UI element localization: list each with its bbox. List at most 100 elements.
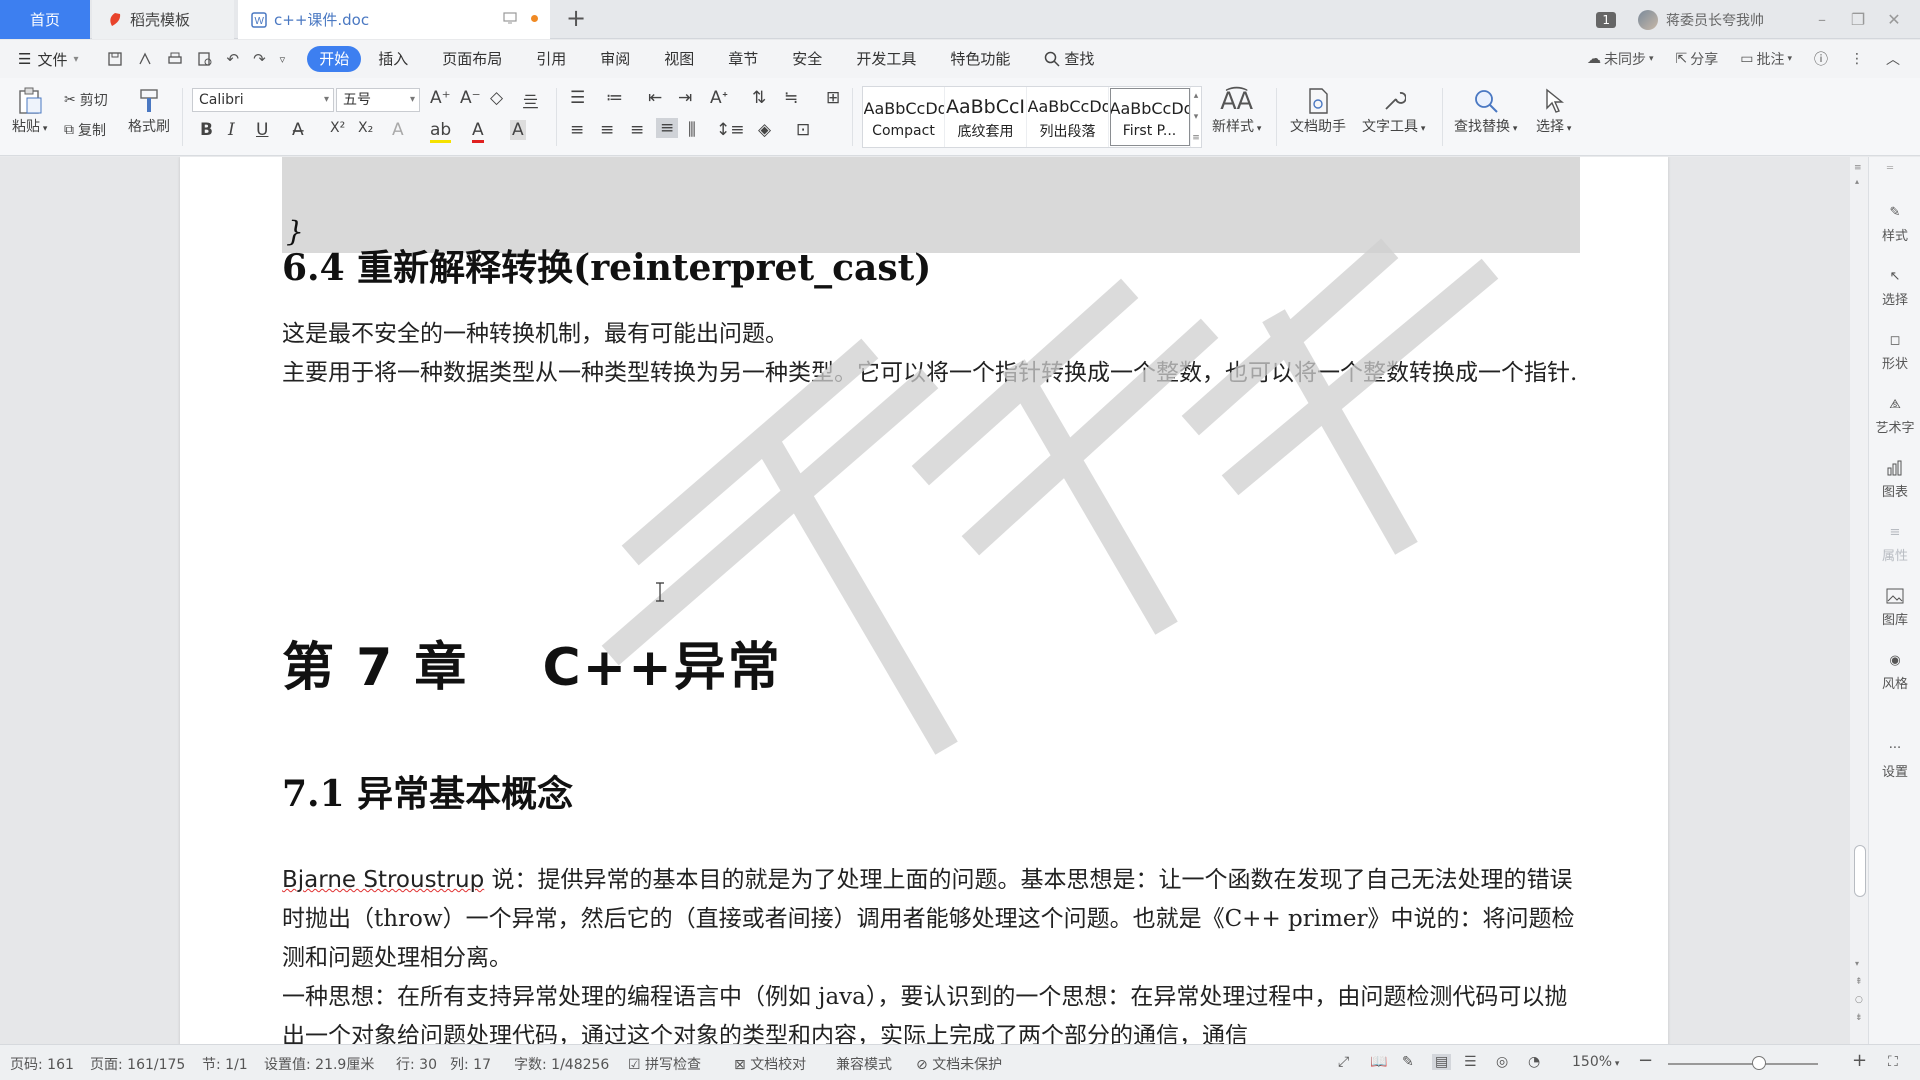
status-page-number[interactable]: 页码: 161 [10,1054,74,1074]
file-menu[interactable]: ☰ 文件 ▾ [18,49,79,70]
font-name-select[interactable]: Calibri ▾ [192,88,334,112]
side-settings[interactable]: ··· 设置 [1869,737,1920,781]
sort-icon[interactable]: ⇅ [752,88,766,108]
side-shapes[interactable]: ◻ 形状 [1869,329,1920,373]
tab-review[interactable]: 审阅 [583,46,647,72]
status-pages[interactable]: 页面: 161/175 [90,1054,185,1074]
number-list-icon[interactable]: ≔ [606,88,623,108]
tab-references[interactable]: 引用 [519,46,583,72]
shrink-font-icon[interactable]: A⁻ [460,88,481,108]
char-shading-icon[interactable]: A [510,120,526,140]
document-area[interactable]: } 6.4 重新解释转换(reinterpret_cast) 这是最不安全的一种… [0,157,1850,1044]
close-icon[interactable]: ✕ [1876,10,1912,29]
more-icon[interactable]: ⋮ [1850,51,1864,67]
clear-format-icon[interactable]: ◇ [490,88,503,108]
next-page-icon[interactable]: ⇟ [1855,1013,1863,1023]
monitor-icon[interactable] [503,12,517,24]
zoom-slider[interactable] [1668,1063,1818,1065]
avatar[interactable] [1638,9,1658,30]
fit-window-icon[interactable]: ⛶ [1888,1054,1898,1070]
underline-icon[interactable]: U [256,120,268,140]
text-tools-button[interactable]: 文字工具 ▾ [1362,86,1425,136]
prev-page-icon[interactable]: ⇞ [1855,977,1863,987]
side-select[interactable]: ↖ 选择 [1869,265,1920,309]
reading-mode-icon[interactable]: 📖 [1370,1054,1387,1070]
tab-start[interactable]: 开始 [307,46,362,72]
line-break-icon[interactable]: ≒ [784,88,798,108]
superscript-icon[interactable]: X² [330,120,345,136]
writing-mode-icon[interactable]: ✎ [1402,1054,1414,1070]
comment-button[interactable]: ▭ 批注 ▾ [1740,49,1792,69]
sync-button[interactable]: ☁ 未同步 ▾ [1587,49,1654,69]
italic-icon[interactable]: I [228,120,235,140]
borders-icon[interactable]: ⊡ [796,120,810,140]
restore-icon[interactable]: ❐ [1840,10,1876,29]
tab-insert[interactable]: 插入 [361,46,425,72]
new-tab-button[interactable]: + [566,4,586,32]
line-spacing-icon[interactable]: ↕≡ [716,120,745,140]
window-count-badge[interactable]: 1 [1596,11,1616,28]
shading-icon[interactable]: ◈ [758,120,771,140]
export-icon[interactable] [137,51,153,67]
strikethrough-icon[interactable]: A̶ [292,120,304,140]
zoom-in-icon[interactable]: + [1852,1050,1867,1071]
new-style-button[interactable]: A͡A 新样式 ▾ [1212,86,1261,136]
fullscreen-icon[interactable]: ⤢ [1338,1054,1349,1070]
zoom-slider-handle[interactable] [1752,1056,1766,1070]
align-center-icon[interactable]: ≡ [600,120,614,140]
status-setting-value[interactable]: 设置值: 21.9厘米 [264,1054,374,1074]
panel-handle[interactable]: ═ [1887,163,1893,174]
scroll-up-icon[interactable]: ≡ [1854,163,1862,173]
eye-protect-icon[interactable]: ◔ [1528,1054,1540,1070]
copy-button[interactable]: ⧉ 复制 [64,120,106,140]
highlight-icon[interactable]: ab [430,120,452,143]
side-wordart[interactable]: ⧌ 艺术字 [1869,393,1920,437]
style-scroll[interactable]: ▴ ▾ ≡ [1191,87,1201,147]
zoom-level[interactable]: 150% ▾ [1572,1054,1619,1070]
font-color-icon[interactable]: A [472,120,484,143]
status-col[interactable]: 列: 17 [450,1054,491,1074]
tab-chapter[interactable]: 章节 [711,46,775,72]
align-left-icon[interactable]: ≡ [570,120,584,140]
side-gallery[interactable]: 图库 [1869,585,1920,628]
doc-proof-button[interactable]: ⊠ 文档校对 [734,1054,806,1074]
decrease-indent-icon[interactable]: ⇤ [648,88,662,108]
style-first-paragraph[interactable]: AaBbCcDd First P... [1109,87,1191,147]
tab-home[interactable]: 首页 [0,0,90,39]
vertical-scrollbar[interactable]: ≡ ▴ ▾ ⇞ ○ ⇟ [1850,157,1868,1044]
undo-icon[interactable]: ↶ [227,50,240,68]
spell-check-button[interactable]: ☑ 拼写检查 [628,1054,701,1074]
tab-document[interactable]: W c++课件.doc [238,0,550,39]
doc-assistant-button[interactable]: 文档助手 [1290,86,1346,136]
tab-special[interactable]: 特色功能 [933,46,1027,72]
collapse-ribbon-icon[interactable]: ︿ [1886,49,1900,69]
status-section[interactable]: 节: 1/1 [202,1054,248,1074]
text-direction-icon[interactable]: Aᐩ [710,88,728,108]
style-compact[interactable]: AaBbCcDd Compact [863,87,945,147]
share-button[interactable]: ⇱ 分享 [1676,49,1719,69]
text-effect-icon[interactable]: A [392,120,404,140]
doc-protect-button[interactable]: ⊘ 文档未保护 [916,1054,1002,1074]
scrollbar-thumb[interactable] [1854,845,1866,897]
side-style-theme[interactable]: ◉ 风格 [1869,649,1920,693]
print-preview-icon[interactable] [197,51,213,67]
side-styles[interactable]: ✎ 样式 [1869,201,1920,245]
align-right-icon[interactable]: ≡ [630,120,644,140]
bold-icon[interactable]: B [200,120,213,140]
user-name[interactable]: 蒋委员长夸我帅 [1666,10,1764,30]
help-icon[interactable]: ⓘ [1814,49,1828,69]
save-icon[interactable] [107,51,123,67]
status-word-count[interactable]: 字数: 1/48256 [514,1054,609,1074]
distribute-icon[interactable]: ⫼ [688,120,696,140]
tab-view[interactable]: 视图 [647,46,711,72]
font-size-select[interactable]: 五号 ▾ [336,88,420,112]
tab-page-layout[interactable]: 页面布局 [425,46,519,72]
justify-icon[interactable]: ≡ [656,118,679,138]
status-row[interactable]: 行: 30 [396,1054,437,1074]
zoom-out-icon[interactable]: − [1638,1050,1653,1071]
phonetic-icon[interactable]: 亖 [522,88,539,113]
outline-view-icon[interactable]: ☰ [1464,1054,1477,1070]
customize-toolbar-icon[interactable]: ▿ [280,53,286,66]
style-list-paragraph[interactable]: AaBbCcDd 列出段落 [1027,87,1109,147]
search-button[interactable]: 查找 [1027,46,1111,72]
